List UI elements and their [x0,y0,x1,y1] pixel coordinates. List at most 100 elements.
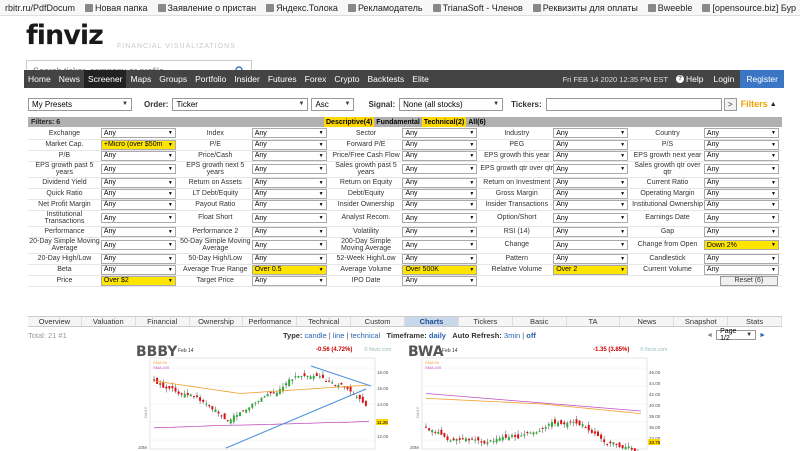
tab-performance[interactable]: Performance [243,317,298,326]
tab-charts[interactable]: Charts [405,317,459,326]
filter-select[interactable]: Any ▼ [402,177,478,188]
filter-select[interactable]: Down 2% ▼ [703,240,779,250]
filter-select[interactable]: Any ▼ [553,213,629,223]
filter-select[interactable]: Any ▼ [703,264,779,275]
filter-select[interactable]: Any ▼ [251,275,327,286]
filter-select[interactable]: Any ▼ [251,128,327,139]
filter-select[interactable]: Any ▼ [402,199,478,210]
tab-snapshot[interactable]: Snapshot [674,317,729,326]
filter-select[interactable]: Any ▼ [703,253,779,264]
filter-select[interactable]: Any ▼ [100,128,176,139]
filter-select[interactable]: Any ▼ [100,264,176,275]
filter-select[interactable]: Any ▼ [553,139,629,150]
presets-select[interactable]: My Presets ▼ [28,97,132,111]
filter-select[interactable]: Any ▼ [553,240,629,250]
filter-select[interactable]: Any ▼ [553,253,629,264]
bookmark-item[interactable]: [opensource.biz] Бур [697,3,800,13]
filter-select[interactable]: Any ▼ [553,188,629,199]
filter-select[interactable]: Any ▼ [402,188,478,199]
filter-select[interactable]: Any ▼ [703,188,779,199]
filter-select[interactable]: Any ▼ [100,199,176,210]
filter-select[interactable]: Any ▼ [703,150,779,161]
filter-select[interactable]: Any ▼ [251,240,327,250]
tab-ownership[interactable]: Ownership [190,317,244,326]
chart-ticker[interactable]: BWA [408,344,444,360]
nav-screener[interactable]: Screener [83,70,127,88]
filter-select[interactable]: Any ▼ [100,177,176,188]
filter-select[interactable]: Any ▼ [402,128,478,139]
filter-select[interactable]: Any ▼ [100,226,176,237]
tab-overview[interactable]: Overview [28,317,82,326]
bookmark-item[interactable]: Реквизиты для оплаты [528,3,643,13]
tab-news[interactable]: News [620,317,675,326]
filter-select[interactable]: Over $2 ▼ [100,275,176,286]
tab-stats[interactable]: Stats [728,317,783,326]
tickers-go-button[interactable]: > [723,97,737,111]
bookmark-item[interactable]: Bweeble [643,3,698,13]
filter-select[interactable]: Any ▼ [553,199,629,210]
tab-custom[interactable]: Custom [351,317,406,326]
filter-select[interactable]: Any ▼ [703,139,779,150]
filter-select[interactable]: Any ▼ [402,226,478,237]
nav-crypto[interactable]: Crypto [330,70,363,88]
filter-select[interactable]: Any ▼ [703,128,779,139]
login-link[interactable]: Login [708,74,741,84]
nav-forex[interactable]: Forex [301,70,331,88]
nav-futures[interactable]: Futures [264,70,301,88]
type-candle-link[interactable]: candle [305,331,327,340]
bookmark-item[interactable]: Рекламодатель [343,3,428,13]
filter-select[interactable]: Any ▼ [251,226,327,237]
tab-basic[interactable]: Basic [513,317,567,326]
filter-select[interactable]: Any ▼ [703,164,779,174]
refresh-3min-link[interactable]: 3min [504,331,520,340]
bookmark-item[interactable]: Заявление о пристан [153,3,262,13]
filter-select[interactable]: Any ▼ [553,150,629,161]
filters-toggle[interactable]: Filters ▲ [741,99,777,109]
nav-news[interactable]: News [55,70,84,88]
bookmark-item[interactable]: TrianaSoft - Членов [428,3,528,13]
tab-technical[interactable]: Technical(2) [421,117,467,127]
next-page-icon[interactable]: ► [759,332,766,339]
filter-select[interactable]: Any ▼ [251,253,327,264]
filter-select[interactable]: Any ▼ [100,240,176,250]
refresh-off-link[interactable]: off [526,331,536,340]
tab-financial[interactable]: Financial [136,317,190,326]
nav-insider[interactable]: Insider [230,70,264,88]
filter-select[interactable]: Over 2 ▼ [553,264,629,275]
filter-select[interactable]: Any ▼ [251,139,327,150]
filter-select[interactable]: +Micro (over $50m ▼ [100,139,176,150]
type-line-link[interactable]: line [333,331,345,340]
filter-select[interactable]: Over 0.5 ▼ [251,264,327,275]
filter-select[interactable]: Any ▼ [251,150,327,161]
tab-descriptive[interactable]: Descriptive(4) [324,117,375,127]
filter-select[interactable]: Any ▼ [553,177,629,188]
tab-technical[interactable]: Technical [297,317,352,326]
filter-select[interactable]: Any ▼ [251,177,327,188]
chart-bbby[interactable]: 16.0015.0014.0013.0012.0011.26SMA 50SMA … [136,344,396,451]
chart-bwa[interactable]: 46.00 44.00 42.00 40.00 38.00 36.00 34.00 33.75… [408,344,668,451]
filter-select[interactable]: Any ▼ [402,150,478,161]
order-select[interactable]: Ticker ▼ [172,97,309,111]
filter-select[interactable]: Any ▼ [402,139,478,150]
filter-select[interactable]: Any ▼ [553,164,629,174]
filter-select[interactable]: Any ▼ [100,213,176,223]
filter-select[interactable]: Any ▼ [402,213,478,223]
filter-select[interactable]: Any ▼ [553,226,629,237]
register-button[interactable]: Register [740,70,784,88]
chart-ticker[interactable]: BBBY [136,344,177,360]
nav-backtests[interactable]: Backtests [363,70,408,88]
filter-select[interactable]: Any ▼ [703,199,779,210]
prev-page-icon[interactable]: ◄ [706,332,713,339]
nav-elite[interactable]: Elite [408,70,433,88]
filter-select[interactable]: Any ▼ [251,199,327,210]
type-technical-link[interactable]: technical [351,331,381,340]
reset-filters-button[interactable]: Reset (6) [719,275,778,286]
filter-select[interactable]: Any ▼ [402,253,478,264]
finviz-logo[interactable]: finviz [26,20,104,51]
tab-fundamental[interactable]: Fundamental [374,117,422,127]
bookmark-item[interactable]: Новая папка [80,3,152,13]
signal-select[interactable]: None (all stocks) ▼ [399,97,504,111]
filter-select[interactable]: Any ▼ [100,164,176,174]
filter-select[interactable]: Any ▼ [100,188,176,199]
filter-select[interactable]: Over 500K ▼ [402,264,478,275]
